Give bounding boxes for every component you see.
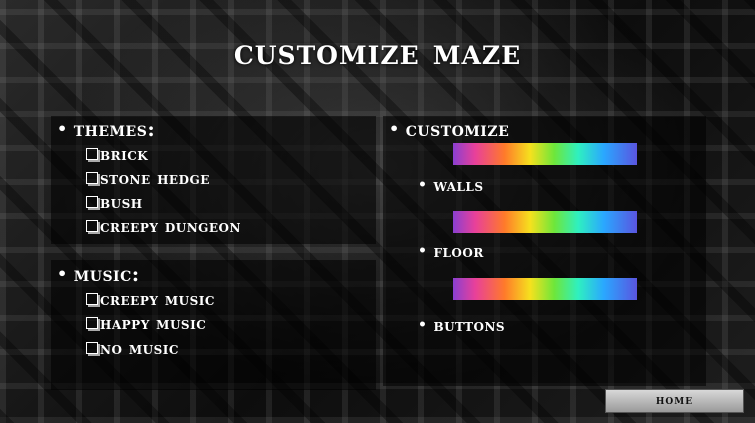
checkbox-icon[interactable] xyxy=(86,342,98,354)
music-heading-label: Music: xyxy=(73,262,140,286)
bullet-icon: • xyxy=(57,264,68,283)
checkbox-icon[interactable] xyxy=(86,148,98,160)
customize-heading: • Customize xyxy=(389,117,509,141)
bullet-icon: • xyxy=(389,119,400,138)
bullet-icon: • xyxy=(57,119,68,138)
theme-option-bush[interactable]: Bush xyxy=(86,193,143,213)
bullet-icon: • xyxy=(418,177,428,193)
home-button[interactable]: Home xyxy=(605,389,744,413)
color-picker-walls[interactable] xyxy=(453,211,637,233)
checkbox-icon[interactable] xyxy=(86,196,98,208)
color-picker-general[interactable] xyxy=(453,143,637,165)
bullet-icon: • xyxy=(418,317,428,333)
music-option-label: Happy Music xyxy=(100,314,207,334)
theme-option-creepy-dungeon[interactable]: Creepy Dungeon xyxy=(86,217,241,237)
customize-walls[interactable]: • Walls xyxy=(418,176,484,196)
theme-option-label: Stone Hedge xyxy=(100,169,210,189)
theme-option-stone-hedge[interactable]: Stone Hedge xyxy=(86,169,210,189)
checkbox-icon[interactable] xyxy=(86,317,98,329)
floor-label: Floor xyxy=(433,242,484,262)
theme-option-brick[interactable]: Brick xyxy=(86,145,148,165)
themes-heading-label: Themes: xyxy=(73,117,156,141)
page-title: Customize Maze xyxy=(233,32,522,73)
customize-floor[interactable]: • Floor xyxy=(418,242,484,262)
music-option-creepy[interactable]: Creepy Music xyxy=(86,290,215,310)
music-option-happy[interactable]: Happy Music xyxy=(86,314,206,334)
color-picker-floor[interactable] xyxy=(453,278,637,300)
customize-buttons[interactable]: • Buttons xyxy=(418,316,505,336)
customize-heading-label: Customize xyxy=(405,117,510,141)
checkbox-icon[interactable] xyxy=(86,172,98,184)
walls-label: Walls xyxy=(433,176,484,196)
themes-heading: • Themes: xyxy=(57,117,155,141)
buttons-label: Buttons xyxy=(433,316,506,336)
music-option-label: Creepy Music xyxy=(100,290,215,310)
music-heading: • Music: xyxy=(57,262,140,286)
music-option-label: No Music xyxy=(100,339,179,359)
music-option-none[interactable]: No Music xyxy=(86,339,179,359)
theme-option-label: Brick xyxy=(100,145,149,165)
theme-option-label: Bush xyxy=(100,193,143,213)
theme-option-label: Creepy Dungeon xyxy=(100,217,241,237)
bullet-icon: • xyxy=(418,243,428,259)
checkbox-icon[interactable] xyxy=(86,293,98,305)
checkbox-icon[interactable] xyxy=(86,220,98,232)
